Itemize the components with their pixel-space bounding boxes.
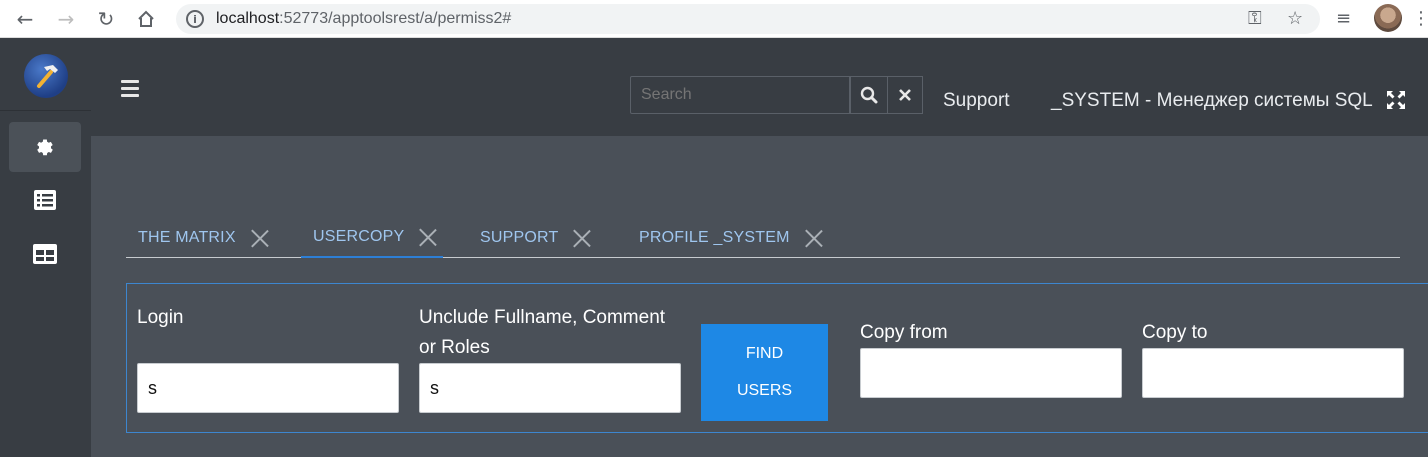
find-button-line2: USERS bbox=[736, 381, 793, 399]
fullscreen-expand-icon[interactable] bbox=[1386, 90, 1406, 115]
menu-icon[interactable]: ⋮ bbox=[1412, 8, 1428, 29]
hamburger-menu-icon[interactable] bbox=[121, 80, 139, 101]
find-users-button[interactable]: FIND USERS bbox=[701, 324, 828, 421]
sidebar-item-list[interactable] bbox=[9, 175, 81, 225]
search-input[interactable] bbox=[630, 76, 850, 114]
include-filter-input[interactable] bbox=[419, 363, 681, 413]
sidebar-item-table[interactable] bbox=[9, 229, 81, 279]
include-label-line2: or Roles bbox=[419, 337, 490, 358]
close-tab-icon[interactable] bbox=[804, 228, 824, 248]
list-icon bbox=[34, 190, 56, 210]
close-tab-icon[interactable] bbox=[250, 228, 270, 248]
sidebar bbox=[0, 38, 91, 457]
tab-support[interactable]: SUPPORT bbox=[468, 218, 592, 258]
tab-label: PROFILE _SYSTEM bbox=[639, 229, 790, 246]
back-arrow-icon[interactable]: ← bbox=[12, 6, 38, 32]
app-logo-hammer-icon[interactable] bbox=[24, 54, 68, 98]
login-label: Login bbox=[137, 307, 184, 328]
login-input[interactable] bbox=[137, 363, 399, 413]
tab-usercopy[interactable]: USERCOPY bbox=[301, 218, 443, 258]
tab-the-matrix[interactable]: THE MATRIX bbox=[126, 218, 270, 258]
close-tab-icon[interactable] bbox=[418, 227, 438, 247]
tab-label: SUPPORT bbox=[480, 229, 559, 246]
playlist-icon[interactable]: ≡ bbox=[1336, 8, 1351, 29]
search-button[interactable] bbox=[850, 76, 888, 114]
find-button-line1: FIND bbox=[745, 345, 784, 363]
top-navbar: Support _SYSTEM - Менеджер системы SQL bbox=[91, 38, 1428, 136]
sidebar-divider bbox=[0, 110, 91, 111]
avatar[interactable] bbox=[1374, 4, 1402, 32]
tab-label: THE MATRIX bbox=[138, 229, 236, 246]
copy-from-label: Copy from bbox=[860, 322, 948, 343]
clear-search-button[interactable] bbox=[887, 76, 923, 114]
search-icon bbox=[860, 86, 878, 104]
support-link[interactable]: Support bbox=[943, 90, 1010, 112]
sidebar-item-settings[interactable] bbox=[9, 122, 81, 172]
address-bar[interactable]: i localhost:52773/apptoolsrest/a/permiss… bbox=[176, 4, 1320, 34]
home-icon[interactable] bbox=[133, 6, 159, 32]
copy-from-input[interactable] bbox=[860, 348, 1122, 398]
tab-strip: THE MATRIX USERCOPY SUPPORT PROFILE _SYS… bbox=[126, 218, 1400, 258]
reload-icon[interactable]: ↻ bbox=[93, 6, 119, 32]
include-label-line1: Unclude Fullname, Comment bbox=[419, 307, 666, 328]
close-icon bbox=[899, 89, 911, 101]
browser-toolbar: ← → ↻ i localhost:52773/apptoolsrest/a/p… bbox=[0, 0, 1428, 38]
star-icon[interactable]: ☆ bbox=[1287, 8, 1303, 29]
tab-profile-system[interactable]: PROFILE _SYSTEM bbox=[627, 218, 824, 258]
table-icon bbox=[33, 244, 57, 264]
url-text: localhost:52773/apptoolsrest/a/permiss2# bbox=[216, 10, 512, 27]
tab-label: USERCOPY bbox=[313, 228, 405, 245]
gear-icon bbox=[37, 139, 53, 156]
info-icon[interactable]: i bbox=[186, 10, 204, 28]
forward-arrow-icon[interactable]: → bbox=[53, 6, 79, 32]
copy-to-label: Copy to bbox=[1142, 322, 1208, 343]
user-menu[interactable]: _SYSTEM - Менеджер системы SQL bbox=[1051, 90, 1373, 112]
close-tab-icon[interactable] bbox=[572, 228, 592, 248]
copy-to-input[interactable] bbox=[1142, 348, 1404, 398]
key-icon[interactable]: ⚿ bbox=[1248, 8, 1262, 29]
